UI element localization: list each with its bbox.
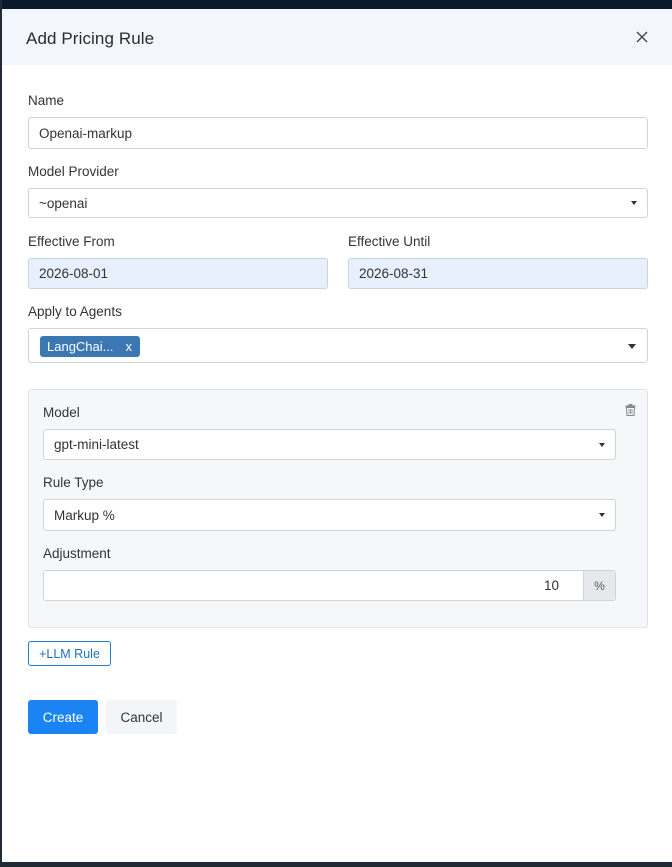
create-button[interactable]: Create [28, 700, 98, 734]
adjustment-value: 10 [543, 578, 559, 593]
effective-from-input[interactable]: 2026-08-01 [28, 258, 328, 289]
chevron-down-icon [628, 343, 636, 349]
rule-type-value: Markup % [54, 507, 115, 523]
effective-from-label: Effective From [28, 234, 115, 249]
name-input-value: Openai-markup [39, 125, 133, 141]
close-button[interactable] [632, 27, 652, 47]
model-provider-label: Model Provider [28, 164, 119, 179]
model-value: gpt-mini-latest [54, 437, 139, 452]
cancel-button[interactable]: Cancel [106, 700, 177, 734]
model-provider-select[interactable]: ~openai [28, 188, 648, 218]
trash-icon[interactable] [625, 404, 636, 416]
rule-type-select[interactable]: Markup % [43, 499, 616, 531]
agent-tag: LangChai... x [40, 336, 140, 357]
dialog-header: Add Pricing Rule [2, 9, 672, 65]
add-llm-rule-button[interactable]: +LLM Rule [28, 641, 111, 666]
model-select[interactable]: gpt-mini-latest [43, 429, 616, 460]
adjustment-label: Adjustment [43, 546, 111, 561]
model-provider-value: ~openai [39, 195, 88, 211]
percent-addon: % [583, 571, 615, 600]
chevron-down-icon [631, 201, 637, 205]
agent-tag-label: LangChai... [47, 339, 114, 354]
rule-type-label: Rule Type [43, 475, 104, 490]
model-label: Model [43, 405, 80, 420]
dialog-title: Add Pricing Rule [26, 29, 155, 48]
effective-until-label: Effective Until [348, 234, 431, 249]
add-pricing-rule-dialog: Add Pricing Rule Name Openai-markup Mode… [2, 9, 672, 862]
effective-from-value: 2026-08-01 [39, 266, 109, 281]
remove-tag-button[interactable]: x [126, 339, 133, 354]
effective-until-value: 2026-08-31 [359, 266, 429, 281]
adjustment-input[interactable]: 10 % [43, 570, 616, 601]
llm-rule-card: Model gpt-mini-latest Rule Type Markup %… [28, 389, 648, 628]
name-input[interactable]: Openai-markup [28, 117, 648, 149]
chevron-down-icon [599, 442, 605, 447]
close-icon [636, 31, 648, 43]
apply-to-agents-select[interactable]: LangChai... x [28, 328, 648, 363]
background-edge-bottom [0, 862, 672, 867]
chevron-down-icon [599, 513, 605, 517]
apply-to-agents-label: Apply to Agents [28, 304, 122, 319]
effective-until-input[interactable]: 2026-08-31 [348, 258, 648, 289]
name-label: Name [28, 93, 65, 108]
